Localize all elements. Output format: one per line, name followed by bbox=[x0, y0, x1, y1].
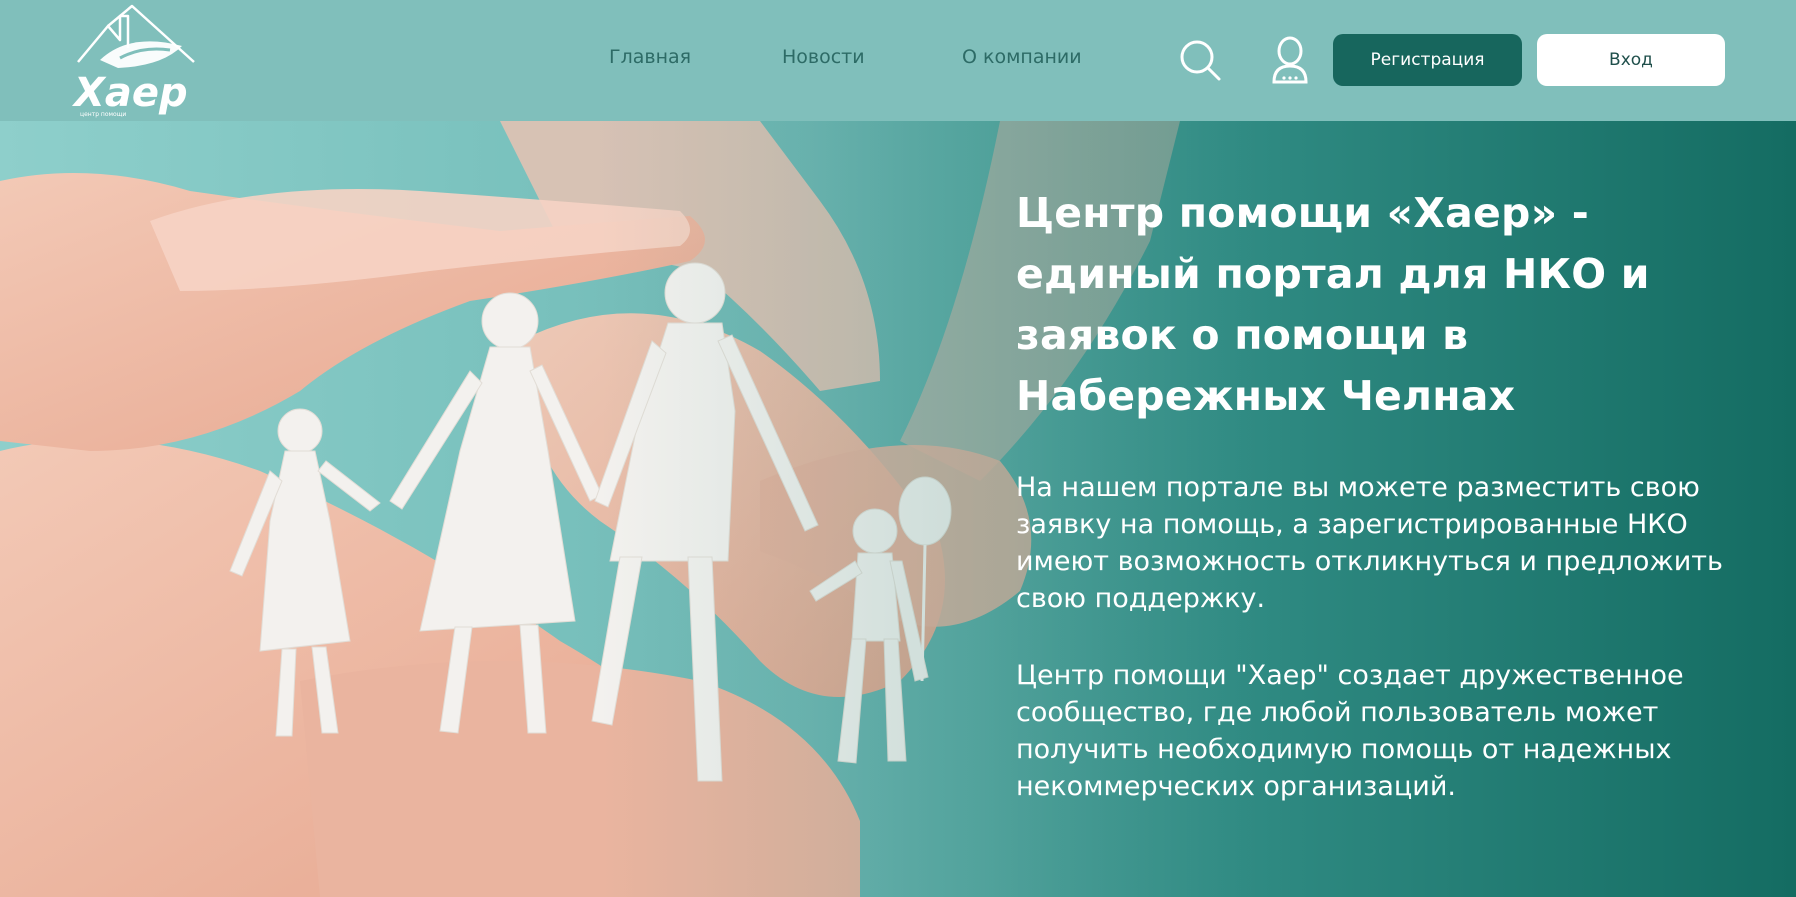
login-button[interactable]: Вход bbox=[1537, 34, 1725, 86]
nav-news-link[interactable]: Новости bbox=[782, 46, 865, 68]
logo-subtext: центр помощи bbox=[80, 111, 126, 118]
hero-title: Центр помощи «Хаер» - единый портал для … bbox=[1016, 189, 1650, 420]
hero-paragraph-2: Центр помощи "Хаер" создает дружественно… bbox=[1016, 660, 1684, 802]
logo[interactable]: Хаер центр помощи bbox=[70, 2, 202, 118]
nav-home-link[interactable]: Главная bbox=[609, 46, 691, 68]
site-header: Хаер центр помощи Главная Новости О комп… bbox=[0, 0, 1796, 121]
user-icon[interactable] bbox=[1270, 36, 1310, 84]
hero-paragraph-1: На нашем портале вы можете разместить св… bbox=[1016, 472, 1723, 614]
hero-content: Центр помощи «Хаер» - единый портал для … bbox=[1016, 183, 1756, 805]
search-icon[interactable] bbox=[1178, 38, 1222, 82]
nav-about-link[interactable]: О компании bbox=[962, 46, 1082, 68]
hero-section: Центр помощи «Хаер» - единый портал для … bbox=[0, 121, 1796, 897]
logo-text: Хаер bbox=[71, 70, 188, 116]
register-button[interactable]: Регистрация bbox=[1333, 34, 1522, 86]
